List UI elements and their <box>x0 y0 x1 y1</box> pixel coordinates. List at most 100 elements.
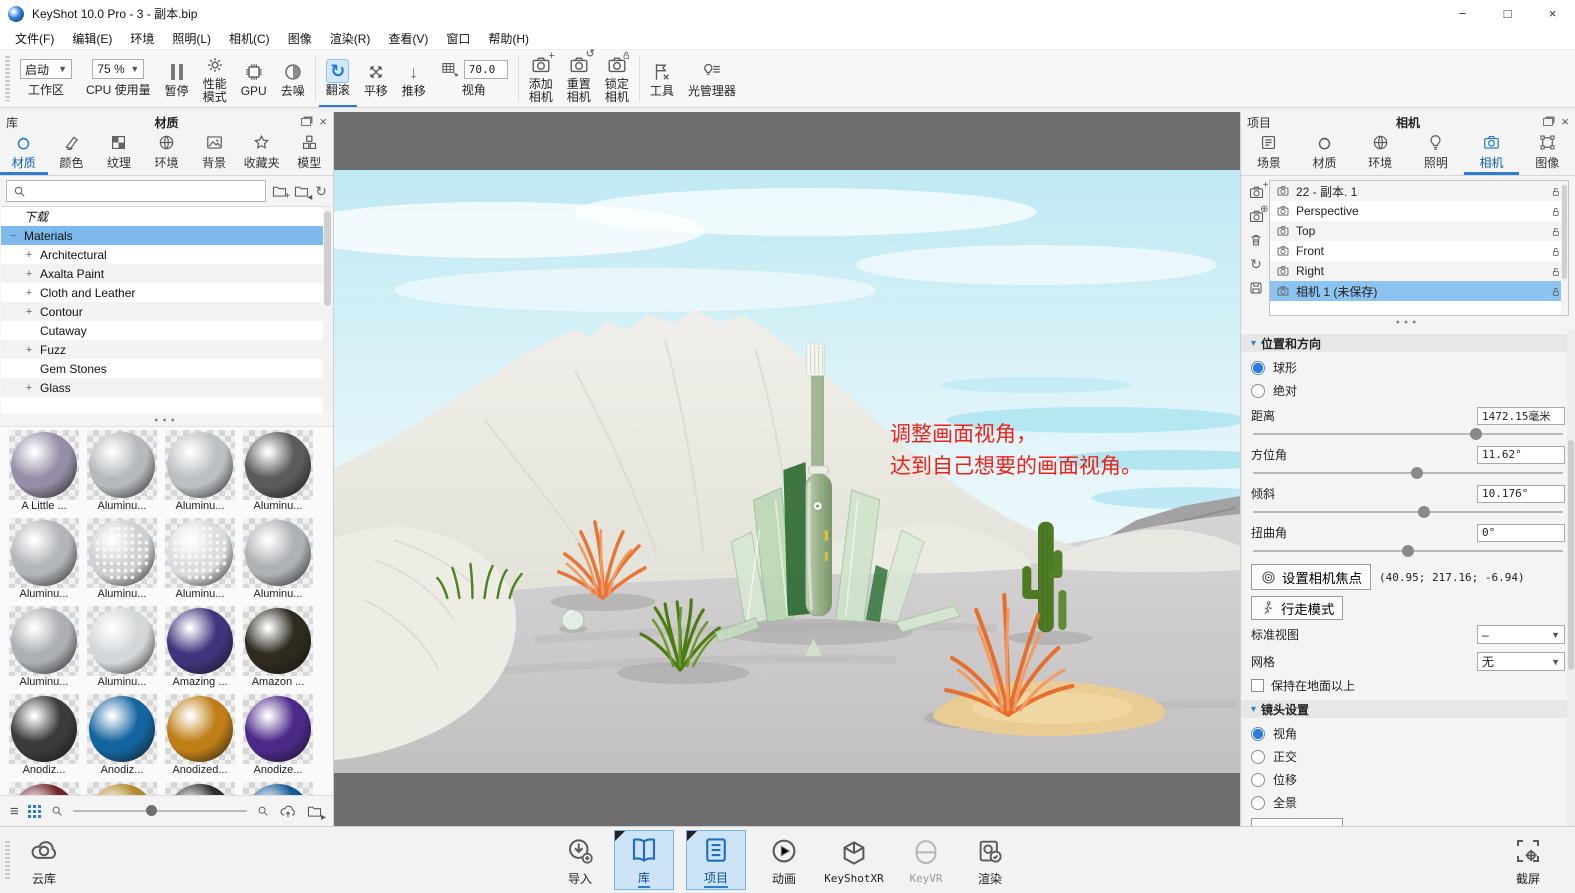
tools-button[interactable]: 工具 <box>643 50 681 107</box>
save-camera-button[interactable] <box>1248 280 1264 296</box>
denoise-button[interactable]: 去噪 <box>274 50 312 107</box>
absolute-radio-row[interactable]: 绝对 <box>1251 379 1565 402</box>
camera-row[interactable]: Perspective <box>1270 201 1568 221</box>
project-panel-scrollbar[interactable] <box>1567 330 1575 826</box>
field-slider[interactable] <box>1253 427 1563 441</box>
screenshot-button[interactable]: 截屏 <box>1502 830 1554 890</box>
menu-item-9[interactable]: 帮助(H) <box>479 27 538 50</box>
close-button[interactable]: × <box>1530 0 1575 27</box>
slider-handle[interactable] <box>1418 506 1430 518</box>
menu-item-6[interactable]: 渲染(R) <box>321 27 380 50</box>
search-input[interactable] <box>6 180 266 202</box>
camera-row[interactable]: 相机 1 (未保存) <box>1270 281 1568 301</box>
gpu-button[interactable]: GPU <box>234 50 274 107</box>
render-button[interactable]: 渲染 <box>964 830 1016 890</box>
start-dropdown[interactable]: 启动▼ <box>20 59 72 79</box>
add-camera-button[interactable]: + <box>1248 184 1265 201</box>
camera-row[interactable]: Right <box>1270 261 1568 281</box>
import-folder-button[interactable]: ◂ <box>293 183 310 200</box>
realtime-viewport[interactable]: 调整画面视角， 达到自己想要的画面视角。 <box>334 112 1240 826</box>
field-input[interactable]: 10.176° <box>1477 485 1565 503</box>
position-section-header[interactable]: ▾ 位置和方向 <box>1241 334 1575 352</box>
tree-item[interactable]: Gem Stones <box>1 359 332 378</box>
lock-camera-button[interactable]: 锁定 相机 <box>598 50 636 107</box>
toolbar-grip[interactable] <box>5 56 10 101</box>
match-perspective-button[interactable]: 匹配视角 <box>1251 818 1343 826</box>
menu-item-4[interactable]: 相机(C) <box>220 27 279 50</box>
spherical-radio-row[interactable]: 球形 <box>1251 356 1565 379</box>
animation-button[interactable]: 动画 <box>758 830 810 890</box>
library-tab-6[interactable]: 模型 <box>285 132 333 175</box>
keyshotxr-button[interactable]: KeyShotXR <box>816 830 892 890</box>
material-thumbnail[interactable]: Amazing ... <box>165 606 235 692</box>
material-thumbnail[interactable] <box>243 782 313 795</box>
refresh-icon[interactable]: ↻ <box>315 182 327 200</box>
material-thumbnail[interactable]: A Little ... <box>9 430 79 516</box>
material-thumbnail[interactable]: Anodiz... <box>87 694 157 780</box>
fov-input[interactable]: 70.0 <box>464 60 508 79</box>
pause-button[interactable]: 暂停 <box>158 50 196 107</box>
add-folder-button[interactable]: + <box>271 183 288 200</box>
zoom-out-button[interactable] <box>50 804 64 818</box>
lens-option-2[interactable]: 位移 <box>1251 768 1565 791</box>
expand-marker[interactable]: + <box>23 382 35 394</box>
tree-item[interactable]: 下载 <box>1 207 332 226</box>
delete-camera-button[interactable] <box>1248 232 1264 248</box>
slider-handle[interactable] <box>1402 545 1414 557</box>
grid-dropdown[interactable]: 无▼ <box>1477 652 1565 671</box>
material-thumbnail[interactable]: Aluminu... <box>165 430 235 516</box>
open-folder-button[interactable]: ▸ <box>306 803 323 820</box>
material-thumbnail[interactable]: Anodized... <box>165 694 235 780</box>
expand-marker[interactable]: + <box>23 268 35 280</box>
expand-marker[interactable]: + <box>23 344 35 356</box>
material-thumbnail[interactable]: Aluminu... <box>87 606 157 692</box>
material-thumbnail[interactable]: Anodiz... <box>9 694 79 780</box>
library-toggle-button[interactable]: 库 <box>614 830 674 890</box>
zoom-in-button[interactable] <box>256 804 270 818</box>
walk-mode-button[interactable]: 行走模式 <box>1251 596 1343 620</box>
menu-item-5[interactable]: 图像 <box>279 27 321 50</box>
reset-camera-button[interactable]: ↺ 重置 相机 <box>560 50 598 107</box>
project-tab-1[interactable]: 材质 <box>1297 132 1353 175</box>
library-tab-0[interactable]: 材质 <box>0 132 48 175</box>
minimize-button[interactable]: − <box>1440 0 1485 27</box>
field-input[interactable]: 0° <box>1477 524 1565 542</box>
expand-marker[interactable]: + <box>23 287 35 299</box>
library-tab-5[interactable]: 收藏夹 <box>238 132 286 175</box>
project-tab-2[interactable]: 环境 <box>1352 132 1408 175</box>
tree-item[interactable]: +Contour <box>1 302 332 321</box>
material-thumbnail[interactable]: Aluminu... <box>243 518 313 604</box>
close-icon[interactable]: × <box>319 117 327 127</box>
maximize-button[interactable]: □ <box>1485 0 1530 27</box>
dolly-button[interactable]: ↓ 推移 <box>395 50 433 107</box>
cloud-library-button[interactable]: 云库 <box>20 830 68 890</box>
library-splitter[interactable]: ●●● <box>0 414 333 426</box>
field-slider[interactable] <box>1253 544 1563 558</box>
expand-marker[interactable]: − <box>7 230 19 242</box>
menu-item-1[interactable]: 编辑(E) <box>63 27 121 50</box>
tree-item[interactable]: +Architectural <box>1 245 332 264</box>
material-thumbnail[interactable] <box>9 782 79 795</box>
expand-marker[interactable]: + <box>23 306 35 318</box>
material-thumbnail[interactable] <box>165 782 235 795</box>
slider-knob[interactable] <box>146 805 157 816</box>
project-tab-5[interactable]: 图像 <box>1519 132 1575 175</box>
camera-splitter[interactable]: ●●● <box>1241 316 1575 328</box>
field-input[interactable]: 11.62° <box>1477 446 1565 464</box>
expand-marker[interactable]: + <box>23 249 35 261</box>
material-thumbnail[interactable]: Amazon ... <box>243 606 313 692</box>
grid-view-button[interactable] <box>28 805 41 818</box>
tree-item[interactable]: +Fuzz <box>1 340 332 359</box>
tree-item[interactable]: +Glass <box>1 378 332 397</box>
add-camera-button[interactable]: + 添加 相机 <box>522 50 560 107</box>
material-thumbnail[interactable]: Aluminu... <box>9 518 79 604</box>
lens-option-3[interactable]: 全景 <box>1251 791 1565 814</box>
library-tab-2[interactable]: 纹理 <box>95 132 143 175</box>
menu-item-8[interactable]: 窗口 <box>437 27 479 50</box>
close-icon[interactable]: × <box>1561 117 1569 127</box>
tree-item[interactable]: Cutaway <box>1 321 332 340</box>
field-slider[interactable] <box>1253 466 1563 480</box>
list-view-button[interactable]: ≡ <box>10 805 19 818</box>
pan-button[interactable]: 平移 <box>357 50 395 107</box>
reset-camera-button[interactable]: ↻ <box>1250 255 1262 273</box>
